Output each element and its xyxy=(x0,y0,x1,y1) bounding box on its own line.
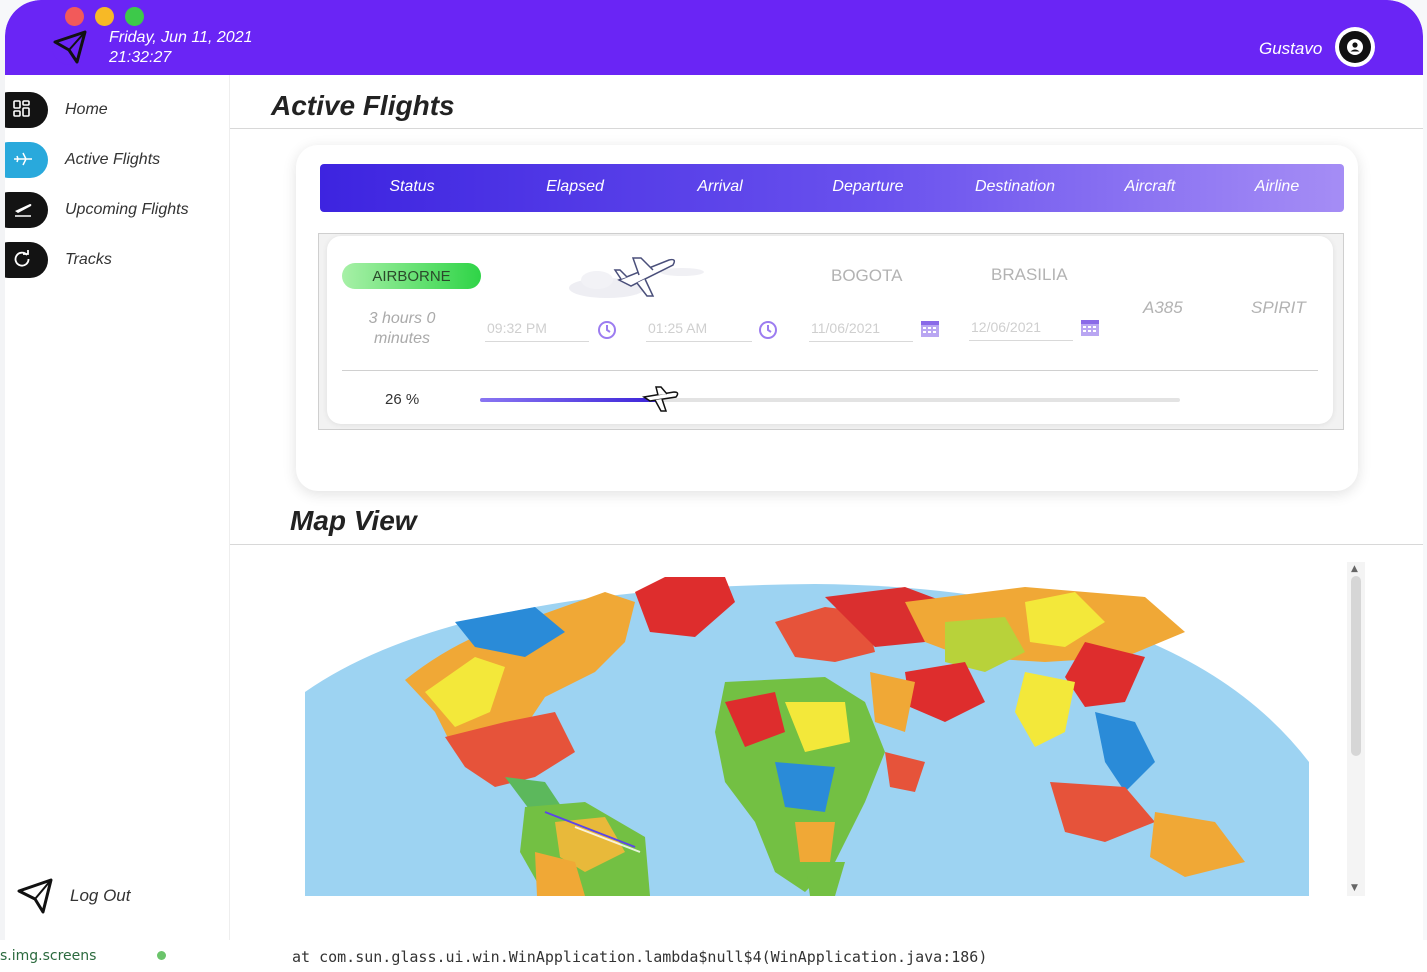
departure-time-value: 01:25 AM xyxy=(648,320,708,336)
scroll-down-arrow-icon[interactable]: ▼ xyxy=(1351,883,1358,893)
sidebar-item-home[interactable]: Home xyxy=(5,92,230,132)
flight-progress-bar xyxy=(480,386,1180,412)
sidebar-item-label: Tracks xyxy=(65,251,112,268)
ide-log-line: at com.sun.glass.ui.win.WinApplication.l… xyxy=(292,948,988,966)
arrival-time-value: 09:32 PM xyxy=(487,320,547,336)
top-bar: Friday, Jun 11, 2021 21:32:27 Gustavo xyxy=(5,0,1423,75)
departure-city: BOGOTA xyxy=(831,266,903,285)
takeoff-icon xyxy=(5,192,48,228)
active-flights-card: Status Elapsed Arrival Departure Destina… xyxy=(296,145,1358,491)
maximize-window-button[interactable] xyxy=(125,7,144,26)
arrival-date-value: 12/06/2021 xyxy=(971,319,1042,335)
column-header-elapsed[interactable]: Elapsed xyxy=(525,178,625,196)
ide-status-dot xyxy=(157,951,166,960)
sidebar-item-label: Upcoming Flights xyxy=(65,201,189,218)
refresh-icon xyxy=(5,242,48,278)
column-header-destination[interactable]: Destination xyxy=(960,178,1070,196)
user-icon xyxy=(1339,31,1371,63)
active-flights-title: Active Flights xyxy=(271,90,455,121)
calendar-icon[interactable] xyxy=(920,318,940,338)
column-header-departure[interactable]: Departure xyxy=(813,178,923,196)
plane-icon xyxy=(5,142,48,178)
column-header-arrival[interactable]: Arrival xyxy=(670,178,770,196)
column-header-airline[interactable]: Airline xyxy=(1227,178,1327,196)
dashboard-icon xyxy=(5,92,48,128)
logout-icon xyxy=(17,878,53,914)
clock-icon[interactable] xyxy=(597,320,617,340)
map-scrollbar[interactable]: ▲ ▼ xyxy=(1347,562,1365,896)
logout-label: Log Out xyxy=(70,886,131,905)
airplane-clouds-icon xyxy=(569,257,704,298)
sidebar-item-label: Active Flights xyxy=(65,151,161,168)
elapsed-time: 3 hours 0 minutes xyxy=(368,310,436,347)
world-map[interactable] xyxy=(305,562,1330,896)
sidebar-item-upcoming-flights[interactable]: Upcoming Flights xyxy=(5,192,230,232)
flights-table-header: Status Elapsed Arrival Departure Destina… xyxy=(320,164,1344,212)
minimize-window-button[interactable] xyxy=(95,7,114,26)
arrival-time-field[interactable]: 09:32 PM xyxy=(485,312,589,342)
sidebar: Home Active Flights Upcoming Flights Tra… xyxy=(5,75,230,940)
status-badge: AIRBORNE xyxy=(342,263,481,289)
status-label: AIRBORNE xyxy=(372,268,451,285)
close-window-button[interactable] xyxy=(65,7,84,26)
username-label: Gustavo xyxy=(1259,39,1323,58)
map-view-title: Map View xyxy=(290,505,417,536)
scroll-up-arrow-icon[interactable]: ▲ xyxy=(1351,564,1358,574)
sidebar-item-label: Home xyxy=(65,101,108,118)
destination-city: BRASILIA xyxy=(991,265,1068,284)
row-divider xyxy=(342,370,1318,371)
main-content: Active Flights Status Elapsed Arrival De… xyxy=(230,75,1423,940)
flight-row[interactable]: AIRBORNE 3 hours 0 minutes 09:32 PM 01:2… xyxy=(327,236,1333,424)
sidebar-item-active-flights[interactable]: Active Flights xyxy=(5,142,230,182)
title-divider xyxy=(230,128,1423,129)
departure-date-value: 11/06/2021 xyxy=(811,320,881,336)
app-window: Friday, Jun 11, 2021 21:32:27 Gustavo Ho… xyxy=(5,0,1423,940)
sidebar-item-tracks[interactable]: Tracks xyxy=(5,242,230,282)
progress-percent: 26 % xyxy=(385,391,420,408)
column-header-status[interactable]: Status xyxy=(362,178,462,196)
column-header-aircraft[interactable]: Aircraft xyxy=(1100,178,1200,196)
departure-time-field[interactable]: 01:25 AM xyxy=(646,312,752,342)
aircraft-code: A385 xyxy=(1143,298,1183,317)
departure-date-field[interactable]: 11/06/2021 xyxy=(809,312,913,342)
current-time: 21:32:27 xyxy=(109,49,172,66)
world-map-image xyxy=(305,562,1330,896)
ide-path-label: s.img.screens xyxy=(0,948,97,964)
flights-list: AIRBORNE 3 hours 0 minutes 09:32 PM 01:2… xyxy=(318,233,1344,430)
scroll-thumb[interactable] xyxy=(1351,576,1361,756)
map-title-divider xyxy=(230,544,1423,545)
airplane-icon xyxy=(642,386,679,412)
progress-fill xyxy=(480,398,662,402)
logout-button[interactable]: Log Out xyxy=(15,875,175,915)
clock-icon[interactable] xyxy=(758,320,778,340)
app-logo-icon xyxy=(52,29,88,65)
airline-name: SPIRIT xyxy=(1251,298,1306,317)
calendar-icon[interactable] xyxy=(1080,317,1100,337)
user-avatar[interactable] xyxy=(1335,27,1375,67)
arrival-date-field[interactable]: 12/06/2021 xyxy=(969,311,1073,341)
current-date: Friday, Jun 11, 2021 xyxy=(109,29,253,46)
